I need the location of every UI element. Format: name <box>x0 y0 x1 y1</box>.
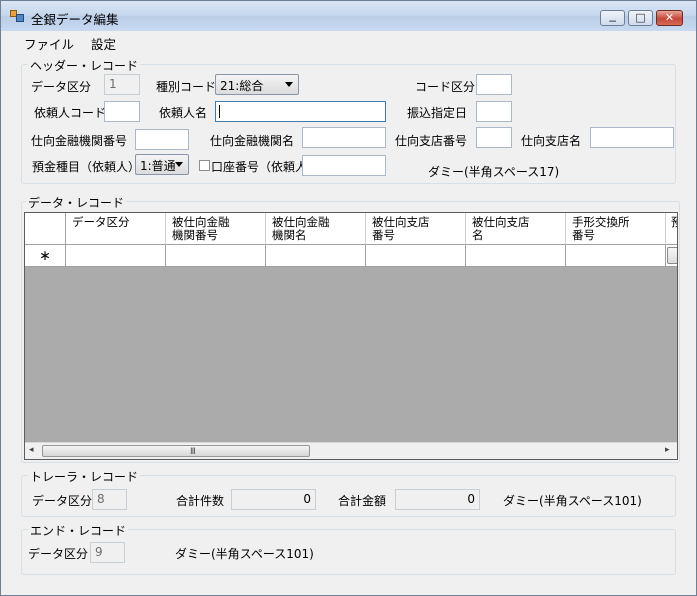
menu-file[interactable]: ファイル <box>24 34 74 53</box>
chevron-down-icon <box>285 82 293 87</box>
header-data-kubun-field[interactable]: 1 <box>104 74 140 95</box>
branch-name-label: 仕向支店名 <box>521 134 582 148</box>
header-data-kubun-label: データ区分 <box>31 80 92 94</box>
shubetsu-code-label: 種別コード <box>156 80 217 94</box>
yokin-value: 1:普通 <box>140 159 176 173</box>
title-bar[interactable]: 全銀データ編集 ─ □ ✕ <box>1 1 696 31</box>
end-data-kubun-label: データ区分 <box>28 547 89 561</box>
code-kubun-label: コード区分 <box>415 80 476 94</box>
app-icon <box>10 10 24 22</box>
grid-cell[interactable] <box>166 245 266 267</box>
grid-header-bank-name[interactable]: 被仕向金融 機関名 <box>266 213 366 245</box>
header-record-title: ヘッダー・レコード <box>28 57 141 74</box>
count-field[interactable]: 0 <box>231 489 316 510</box>
main-window: 全銀データ編集 ─ □ ✕ ファイル 設定 ヘッダー・レコード データ区分 1 … <box>0 0 697 596</box>
scroll-right-icon[interactable]: ▸ <box>665 445 670 455</box>
end-data-kubun-field[interactable]: 9 <box>90 542 125 563</box>
new-row-marker: ∗ <box>25 245 66 267</box>
minimize-icon: ─ <box>609 15 616 28</box>
grip-icon: III <box>190 447 196 457</box>
grid-header-clearing-no[interactable]: 手形交換所 番号 <box>566 213 666 245</box>
grid-cell[interactable] <box>366 245 466 267</box>
trailer-record-title: トレーラ・レコード <box>28 468 141 485</box>
trailer-data-kubun-field[interactable]: 8 <box>92 489 127 510</box>
bank-name-field[interactable] <box>302 127 386 148</box>
data-grid[interactable]: データ区分 被仕向金融 機関番号 被仕向金融 機関名 被仕向支店 番号 被仕向支… <box>24 212 678 460</box>
furikomi-field[interactable] <box>476 101 512 122</box>
header-dummy-label: ダミー(半角スペース17) <box>428 165 560 179</box>
grid-header-data-kubun[interactable]: データ区分 <box>66 213 166 245</box>
maximize-icon: □ <box>635 11 646 24</box>
code-kubun-field[interactable] <box>476 74 512 95</box>
irai-code-label: 依頼人コード <box>34 106 107 120</box>
count-label: 合計件数 <box>176 494 225 508</box>
scroll-thumb[interactable]: III <box>42 445 310 457</box>
text-caret <box>219 105 220 118</box>
koza-checkbox[interactable] <box>199 160 210 171</box>
yokin-label: 預金種目（依頼人） <box>32 160 141 174</box>
maximize-button[interactable]: □ <box>628 10 653 26</box>
shubetsu-code-select[interactable]: 21:総合 <box>215 74 299 95</box>
amount-field[interactable]: 0 <box>395 489 480 510</box>
koza-field[interactable] <box>302 155 386 176</box>
bank-no-field[interactable] <box>135 129 189 150</box>
menu-bar: ファイル 設定 <box>2 31 695 52</box>
grid-cell[interactable] <box>66 245 166 267</box>
menu-settings[interactable]: 設定 <box>91 34 116 53</box>
branch-no-label: 仕向支店番号 <box>395 134 468 148</box>
grid-cell-button[interactable] <box>666 245 677 267</box>
grid-cell[interactable] <box>466 245 566 267</box>
trailer-dummy-label: ダミー(半角スペース101) <box>503 494 642 508</box>
irai-code-field[interactable] <box>104 101 140 122</box>
branch-no-field[interactable] <box>476 127 512 148</box>
irai-name-field[interactable] <box>215 101 386 122</box>
scroll-left-icon[interactable]: ◂ <box>29 445 34 455</box>
irai-name-label: 依頼人名 <box>159 106 208 120</box>
minimize-button[interactable]: ─ <box>600 10 625 28</box>
branch-name-field[interactable] <box>590 127 674 148</box>
data-record-title: データ・レコード <box>26 194 127 211</box>
trailer-data-kubun-label: データ区分 <box>32 494 93 508</box>
bank-no-label: 仕向金融機関番号 <box>31 134 128 148</box>
grid-header-branch-name[interactable]: 被仕向支店 名 <box>466 213 566 245</box>
end-record-title: エンド・レコード <box>28 522 129 539</box>
grid-cell[interactable] <box>566 245 666 267</box>
grid-header-next[interactable]: 預 <box>666 213 677 245</box>
yokin-select[interactable]: 1:普通 <box>135 154 189 175</box>
close-icon: ✕ <box>664 11 675 24</box>
amount-label: 合計金額 <box>338 494 387 508</box>
cell-button[interactable] <box>667 247 677 264</box>
furikomi-label: 振込指定日 <box>407 106 468 120</box>
grid-header-bank-no[interactable]: 被仕向金融 機関番号 <box>166 213 266 245</box>
grid-cell[interactable] <box>266 245 366 267</box>
close-button[interactable]: ✕ <box>656 10 683 26</box>
shubetsu-code-value: 21:総合 <box>220 79 264 93</box>
chevron-down-icon <box>175 162 183 167</box>
grid-corner <box>25 213 66 245</box>
horizontal-scrollbar[interactable]: ◂ III ▸ <box>25 442 677 459</box>
window-title: 全銀データ編集 <box>31 12 119 27</box>
bank-name-label: 仕向金融機関名 <box>210 134 295 148</box>
grid-header-branch-no[interactable]: 被仕向支店 番号 <box>366 213 466 245</box>
end-dummy-label: ダミー(半角スペース101) <box>175 547 314 561</box>
